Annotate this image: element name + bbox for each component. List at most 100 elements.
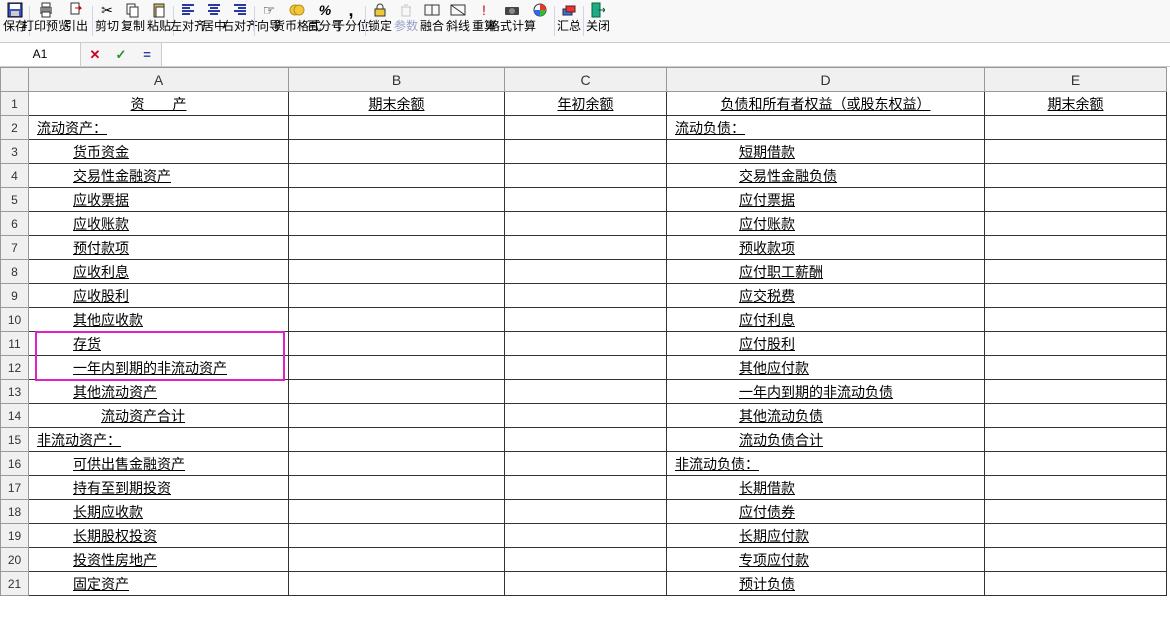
cell[interactable]: 应交税费 <box>667 284 985 308</box>
cell[interactable]: 一年内到期的非流动资产 <box>29 356 289 380</box>
cell[interactable]: 流动资产合计 <box>29 404 289 428</box>
cell[interactable]: 专项应付款 <box>667 548 985 572</box>
cell[interactable] <box>985 212 1167 236</box>
cell[interactable] <box>985 524 1167 548</box>
cell[interactable] <box>985 188 1167 212</box>
cell[interactable] <box>505 356 667 380</box>
cell[interactable] <box>505 164 667 188</box>
cancel-formula-button[interactable]: ✕ <box>85 45 105 65</box>
cut-button[interactable]: ✂ 剪切 <box>94 1 120 42</box>
row-header[interactable]: 12 <box>1 356 29 380</box>
spreadsheet-grid[interactable]: A B C D E 1资 产期末余额年初余额负债和所有者权益（或股东权益）期末余… <box>0 67 1167 596</box>
confirm-formula-button[interactable]: ✓ <box>111 45 131 65</box>
cell[interactable] <box>985 260 1167 284</box>
cell[interactable]: 长期应收款 <box>29 500 289 524</box>
cell[interactable] <box>505 284 667 308</box>
cell[interactable] <box>505 548 667 572</box>
diag-button[interactable]: 斜线 <box>445 1 471 42</box>
cell[interactable]: 投资性房地产 <box>29 548 289 572</box>
row-header[interactable]: 7 <box>1 236 29 260</box>
cell[interactable] <box>985 572 1167 596</box>
cell[interactable] <box>289 572 505 596</box>
cell[interactable]: 交易性金融资产 <box>29 164 289 188</box>
cell[interactable]: 交易性金融负债 <box>667 164 985 188</box>
row-header[interactable]: 4 <box>1 164 29 188</box>
cell[interactable]: 短期借款 <box>667 140 985 164</box>
formula-input[interactable] <box>162 43 1170 66</box>
cell[interactable]: 其他应付款 <box>667 356 985 380</box>
summary-tool1-button[interactable] <box>527 1 553 42</box>
cell[interactable]: 其他流动负债 <box>667 404 985 428</box>
format-calc-button[interactable]: 格式计算 <box>497 1 527 42</box>
cell[interactable]: 应收利息 <box>29 260 289 284</box>
row-header[interactable]: 9 <box>1 284 29 308</box>
cell[interactable] <box>985 404 1167 428</box>
col-header-E[interactable]: E <box>985 68 1167 92</box>
cell[interactable] <box>289 164 505 188</box>
cell[interactable]: 存货 <box>29 332 289 356</box>
cell[interactable]: 应付股利 <box>667 332 985 356</box>
cell[interactable]: 可供出售金融资产 <box>29 452 289 476</box>
cell[interactable] <box>289 212 505 236</box>
cell[interactable]: 预收款项 <box>667 236 985 260</box>
cell[interactable] <box>985 548 1167 572</box>
cell[interactable] <box>289 140 505 164</box>
row-header[interactable]: 19 <box>1 524 29 548</box>
cell[interactable] <box>289 404 505 428</box>
cell[interactable]: 应付职工薪酬 <box>667 260 985 284</box>
cell[interactable]: 应付账款 <box>667 212 985 236</box>
cell[interactable] <box>505 236 667 260</box>
cell[interactable]: 其他应收款 <box>29 308 289 332</box>
row-header[interactable]: 21 <box>1 572 29 596</box>
row-header[interactable]: 2 <box>1 116 29 140</box>
cell[interactable] <box>505 260 667 284</box>
cell[interactable]: 期末余额 <box>289 92 505 116</box>
lock-button[interactable]: 锁定 <box>367 1 393 42</box>
cell[interactable] <box>505 332 667 356</box>
cell[interactable] <box>985 332 1167 356</box>
row-header[interactable]: 18 <box>1 500 29 524</box>
cell[interactable] <box>985 380 1167 404</box>
cell[interactable]: 长期应付款 <box>667 524 985 548</box>
row-header[interactable]: 13 <box>1 380 29 404</box>
cell[interactable] <box>289 116 505 140</box>
cell[interactable] <box>505 380 667 404</box>
cell[interactable] <box>505 116 667 140</box>
row-header[interactable]: 20 <box>1 548 29 572</box>
cell[interactable]: 负债和所有者权益（或股东权益） <box>667 92 985 116</box>
cell[interactable]: 长期借款 <box>667 476 985 500</box>
print-preview-button[interactable]: 打印预览 <box>31 1 61 42</box>
cell[interactable]: 应付利息 <box>667 308 985 332</box>
cell[interactable] <box>289 260 505 284</box>
cell[interactable]: 应付债券 <box>667 500 985 524</box>
align-left-button[interactable]: 左对齐 <box>175 1 201 42</box>
cell[interactable]: 长期股权投资 <box>29 524 289 548</box>
cell[interactable]: 应收账款 <box>29 212 289 236</box>
cell[interactable] <box>985 476 1167 500</box>
cell[interactable]: 应收票据 <box>29 188 289 212</box>
cell[interactable] <box>289 380 505 404</box>
cell[interactable] <box>505 140 667 164</box>
cell[interactable] <box>985 140 1167 164</box>
cell[interactable]: 应收股利 <box>29 284 289 308</box>
col-header-C[interactable]: C <box>505 68 667 92</box>
cell[interactable] <box>505 404 667 428</box>
corner-cell[interactable] <box>1 68 29 92</box>
cell[interactable]: 资 产 <box>29 92 289 116</box>
row-header[interactable]: 16 <box>1 452 29 476</box>
params-button[interactable]: 参数 <box>393 1 419 42</box>
row-header[interactable]: 6 <box>1 212 29 236</box>
cell[interactable]: 非流动资产： <box>29 428 289 452</box>
cell[interactable] <box>985 452 1167 476</box>
cell[interactable] <box>289 476 505 500</box>
col-header-B[interactable]: B <box>289 68 505 92</box>
cell[interactable] <box>289 548 505 572</box>
cell[interactable] <box>289 428 505 452</box>
cell[interactable] <box>505 572 667 596</box>
row-header[interactable]: 3 <box>1 140 29 164</box>
cell[interactable]: 固定资产 <box>29 572 289 596</box>
row-header[interactable]: 11 <box>1 332 29 356</box>
row-header[interactable]: 14 <box>1 404 29 428</box>
export-button[interactable]: 引出 <box>61 1 91 42</box>
cell[interactable] <box>289 524 505 548</box>
